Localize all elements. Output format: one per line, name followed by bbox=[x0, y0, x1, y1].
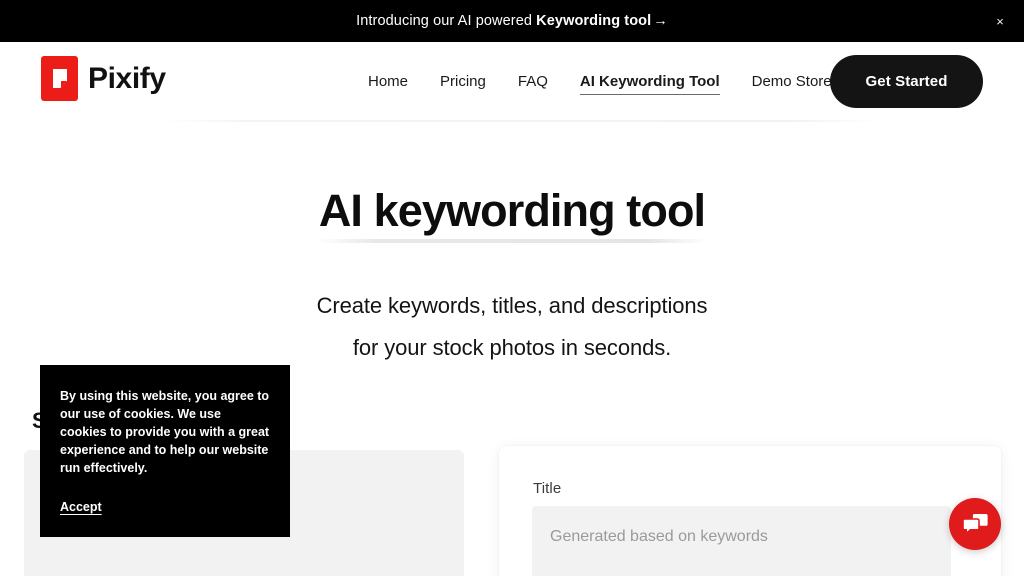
title-card: Title bbox=[499, 446, 1001, 576]
chat-widget-button[interactable] bbox=[949, 498, 1001, 550]
announcement-highlight: Keywording tool bbox=[536, 13, 652, 29]
hero-subtitle: Create keywords, titles, and description… bbox=[0, 285, 1024, 369]
nav-item-pricing[interactable]: Pricing bbox=[440, 71, 486, 92]
site-header: Pixify Home Pricing FAQ AI Keywording To… bbox=[0, 42, 1024, 120]
chat-bubbles-icon bbox=[962, 512, 988, 536]
announcement-link[interactable]: Introducing our AI powered Keywording to… bbox=[356, 13, 668, 29]
page-title: AI keywording tool bbox=[315, 185, 709, 243]
primary-nav: Home Pricing FAQ AI Keywording Tool Demo… bbox=[368, 71, 832, 95]
cookie-consent-banner: By using this website, you agree to our … bbox=[40, 365, 290, 537]
announcement-prefix: Introducing our AI powered bbox=[356, 13, 537, 29]
title-field-label: Title bbox=[533, 480, 562, 497]
cookie-message: By using this website, you agree to our … bbox=[60, 389, 270, 475]
nav-item-ai-keywording-tool[interactable]: AI Keywording Tool bbox=[579, 71, 720, 95]
title-input[interactable] bbox=[532, 506, 951, 576]
hero-subtitle-line-2: for your stock photos in seconds. bbox=[352, 335, 672, 360]
brand-logo[interactable]: Pixify bbox=[41, 56, 166, 101]
header-divider bbox=[160, 120, 882, 122]
brand-name: Pixify bbox=[88, 61, 166, 95]
get-started-button[interactable]: Get Started bbox=[830, 55, 983, 108]
pixify-logo-icon bbox=[41, 56, 78, 101]
arrow-right-icon: → bbox=[653, 13, 668, 29]
hero-subtitle-line-1: Create keywords, titles, and description… bbox=[316, 293, 708, 318]
nav-item-home[interactable]: Home bbox=[368, 71, 408, 92]
cookie-accept-button[interactable]: Accept bbox=[60, 500, 102, 514]
nav-item-faq[interactable]: FAQ bbox=[518, 71, 548, 92]
nav-item-demo-store[interactable]: Demo Store bbox=[752, 71, 832, 92]
close-icon[interactable]: × bbox=[990, 11, 1010, 31]
hero-section: AI keywording tool Create keywords, titl… bbox=[0, 120, 1024, 369]
announcement-bar: Introducing our AI powered Keywording to… bbox=[0, 0, 1024, 42]
